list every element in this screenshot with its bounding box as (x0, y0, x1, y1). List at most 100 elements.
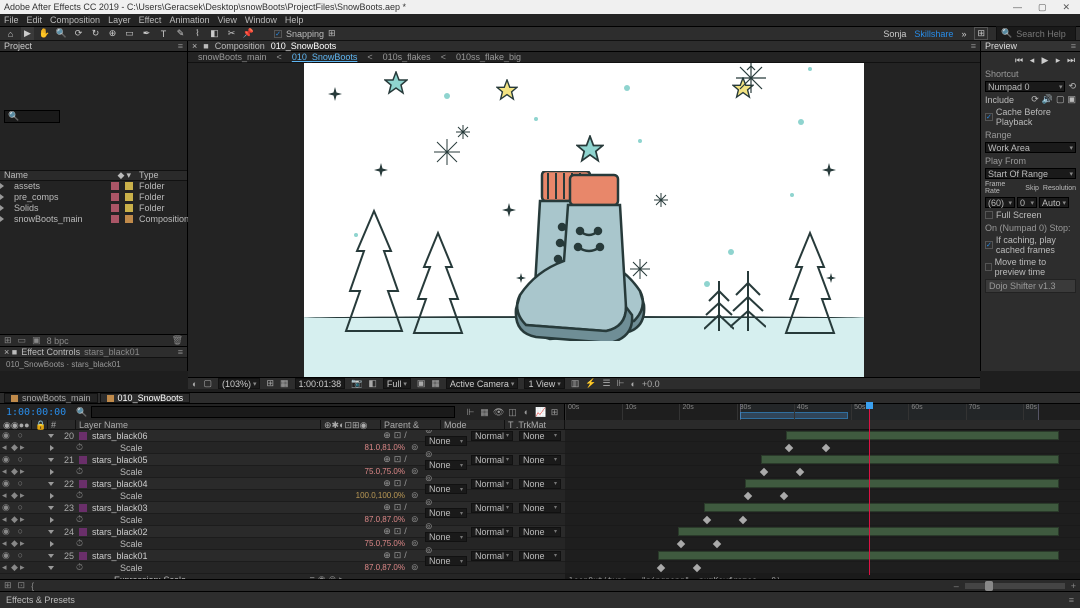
stopwatch-icon[interactable]: ⏱ (76, 490, 90, 501)
timeline-tab-0[interactable]: snowBoots_main (4, 393, 98, 403)
stopwatch-icon[interactable]: ⏱ (76, 514, 90, 525)
layer-label-color[interactable] (79, 480, 87, 488)
prop-disclosure-icon[interactable] (50, 541, 54, 547)
keyframe-icon[interactable] (780, 492, 788, 500)
keyframe-nav-prev-icon[interactable]: ◂ (2, 490, 10, 501)
menu-edit[interactable]: Edit (27, 15, 43, 25)
interpret-icon[interactable]: ⊞ (4, 335, 12, 346)
project-item[interactable]: pre_compsFolder (0, 192, 187, 203)
video-toggle-icon[interactable]: ◉ (2, 502, 10, 513)
current-timecode[interactable]: 1:00:00:00 (0, 407, 72, 418)
label-color[interactable] (111, 193, 119, 201)
project-search-input[interactable]: 🔍 (4, 110, 60, 123)
layer-disclosure-icon[interactable] (48, 506, 54, 510)
mode-header[interactable]: Mode (441, 420, 505, 429)
movetime-checkbox[interactable] (985, 263, 992, 271)
menu-window[interactable]: Window (245, 15, 277, 25)
layer-disclosure-icon[interactable] (48, 530, 54, 534)
trkmat-select[interactable]: None (519, 455, 561, 465)
layer-bar-track[interactable] (565, 550, 1080, 562)
property-value[interactable]: 75.0,75.0% (351, 467, 411, 476)
prop-disclosure-icon[interactable] (50, 469, 54, 475)
include-audio-icon[interactable]: 🔊 (1042, 94, 1053, 105)
layer-duration-bar[interactable] (745, 479, 1059, 488)
reset-icon[interactable]: ⟲ (1068, 81, 1076, 92)
reset-exposure-icon[interactable]: ◐ (630, 379, 635, 389)
draft3d-icon[interactable]: ▦ (479, 407, 490, 418)
menu-layer[interactable]: Layer (108, 15, 131, 25)
eraser-tool-icon[interactable]: ◧ (208, 27, 221, 40)
property-row[interactable]: ◂◆▸ ⏱ Scale 81.0,81.0% ⊚ (0, 442, 565, 454)
layer-disclosure-icon[interactable] (48, 458, 54, 462)
prop-pickwhip-icon[interactable]: ⊚ (411, 562, 457, 573)
parent-header[interactable]: Parent & Link (381, 420, 441, 429)
magnify-icon[interactable]: ▢ (203, 378, 212, 389)
resolution-select[interactable]: Full (383, 378, 411, 389)
disclosure-triangle-icon[interactable] (0, 205, 4, 211)
comp-viewer-tab[interactable]: × ■ Composition 010_SnowBoots ≡ (188, 41, 980, 52)
window-close-button[interactable]: ✕ (1062, 2, 1070, 13)
property-row[interactable]: ◂◆▸ ⏱ Scale 75.0,75.0% ⊚ (0, 466, 565, 478)
video-toggle-icon[interactable]: ◉ (2, 478, 10, 489)
shortcut-select[interactable]: Numpad 0 (985, 81, 1065, 92)
trkmat-select[interactable]: None (519, 527, 561, 537)
pickwhip-icon[interactable]: ⊚ (425, 521, 433, 531)
orbit-tool-icon[interactable]: ⟳ (72, 27, 85, 40)
shy-icon[interactable]: ⊕ (383, 430, 391, 441)
property-row[interactable]: ◂◆▸ ⏱ Scale 75.0,75.0% ⊚ (0, 538, 565, 550)
selection-tool-icon[interactable]: ▶ (21, 27, 34, 40)
include-overlay-icon[interactable]: ▢ (1056, 94, 1065, 105)
home-icon[interactable]: ⌂ (4, 27, 17, 40)
layer-bar-track[interactable] (565, 454, 1080, 466)
layername-header[interactable]: Layer Name (76, 420, 321, 429)
shy-icon[interactable]: ⊕ (383, 502, 391, 513)
flow-item-1[interactable]: 010_SnowBoots (292, 52, 358, 62)
trkmat-select[interactable]: None (519, 551, 561, 561)
keyframe-track[interactable] (565, 538, 1080, 550)
project-item[interactable]: assetsFolder (0, 181, 187, 192)
time-ruler[interactable]: 00s10s20s30s40s50s60s70s80s (565, 404, 1080, 420)
keyframe-icon[interactable] (656, 564, 664, 572)
motion-blur-icon[interactable]: ◐ (521, 407, 532, 418)
solo-toggle-icon[interactable]: ○ (18, 526, 24, 537)
solo-toggle-icon[interactable]: ○ (18, 550, 24, 561)
range-select[interactable]: Work Area (985, 142, 1076, 153)
layer-bar-track[interactable] (565, 526, 1080, 538)
keyframe-nav-prev-icon[interactable]: ◂ (2, 442, 10, 453)
trash-icon[interactable]: 🗑 (172, 335, 183, 346)
keyframe-track[interactable] (565, 466, 1080, 478)
add-keyframe-icon[interactable]: ◆ (11, 538, 19, 549)
keyframe-icon[interactable] (785, 444, 793, 452)
include-loop-icon[interactable]: ▣ (1067, 94, 1076, 105)
pickwhip-icon[interactable]: ⊚ (425, 545, 433, 555)
keyframe-track[interactable] (565, 490, 1080, 502)
menu-effect[interactable]: Effect (139, 15, 162, 25)
keyframe-nav-next-icon[interactable]: ▸ (20, 514, 28, 525)
cache-checkbox[interactable] (985, 113, 993, 121)
keyframe-nav-next-icon[interactable]: ▸ (20, 442, 28, 453)
layer-disclosure-icon[interactable] (48, 434, 54, 438)
workspace-name[interactable]: Skillshare (914, 29, 953, 39)
video-toggle-icon[interactable]: ◉ (2, 454, 10, 465)
shy-icon[interactable]: ⊕ (383, 454, 391, 465)
trkmat-header[interactable]: T .TrkMat (505, 420, 565, 429)
keyframe-icon[interactable] (693, 564, 701, 572)
disclosure-triangle-icon[interactable] (0, 194, 4, 200)
zoom-out-icon[interactable]: – (954, 581, 959, 591)
effects-presets-panel[interactable]: Effects & Presets ≡ (0, 591, 1080, 608)
keyframe-track[interactable] (565, 514, 1080, 526)
keyframe-icon[interactable] (821, 444, 829, 452)
play-icon[interactable]: ▶ (1040, 55, 1050, 66)
first-frame-icon[interactable]: ⏮ (1014, 55, 1024, 66)
zoom-in-icon[interactable]: + (1071, 581, 1076, 591)
keyframe-icon[interactable] (796, 468, 804, 476)
trkmat-select[interactable]: None (519, 503, 561, 513)
comp-mini-flow-icon[interactable]: ⊩ (465, 407, 476, 418)
hide-shy-icon[interactable]: 👁 (493, 407, 504, 418)
property-value[interactable]: 87.0,87.0% (351, 515, 411, 524)
label-color[interactable] (111, 204, 119, 212)
menu-file[interactable]: File (4, 15, 19, 25)
keyframe-nav-prev-icon[interactable]: ◂ (2, 538, 10, 549)
stopwatch-icon[interactable]: ⏱ (76, 538, 90, 549)
timeline-search-input[interactable] (91, 406, 455, 418)
